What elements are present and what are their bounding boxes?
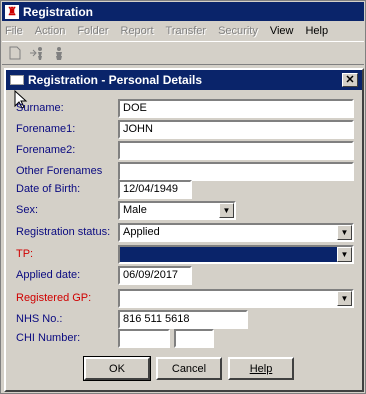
chevron-down-icon[interactable]: ▼ <box>337 291 352 306</box>
tp-label: TP: <box>16 248 34 260</box>
close-button[interactable]: ✕ <box>342 73 358 87</box>
menu-folder[interactable]: Folder <box>77 25 108 37</box>
forename1-label: Forename1: <box>16 123 76 135</box>
close-icon: ✕ <box>345 73 355 86</box>
registration-status-value: Applied <box>123 226 160 238</box>
chi-number-field-b[interactable] <box>174 329 214 348</box>
app-logo-icon: ♜ <box>5 4 19 19</box>
window-icon <box>10 75 24 85</box>
menu-report[interactable]: Report <box>121 25 154 37</box>
forename1-field[interactable]: JOHN <box>118 120 354 139</box>
sex-select[interactable]: Male ▼ <box>118 201 236 220</box>
personal-details-dialog: Registration - Personal Details ✕ Surnam… <box>4 68 364 392</box>
new-document-icon[interactable] <box>5 43 25 63</box>
menu-transfer[interactable]: Transfer <box>166 25 207 37</box>
menu-security[interactable]: Security <box>218 25 258 37</box>
sex-label: Sex: <box>16 204 39 216</box>
chevron-down-icon[interactable]: ▼ <box>219 203 234 218</box>
registration-status-label: Registration status: <box>16 226 111 238</box>
other-forenames-label: Other Forenames <box>16 165 103 177</box>
nhs-no-field[interactable]: 816 511 5618 <box>118 310 248 329</box>
chi-number-label: CHI Number: <box>16 332 81 344</box>
chi-number-field-a[interactable] <box>118 329 170 348</box>
app-window: ♜ Registration File Action Folder Report… <box>0 0 366 394</box>
menu-file[interactable]: File <box>5 25 23 37</box>
sex-value: Male <box>123 204 147 216</box>
chevron-down-icon[interactable]: ▼ <box>337 225 352 240</box>
dob-field[interactable]: 12/04/1949 <box>118 180 192 199</box>
transfer-person-icon[interactable] <box>27 43 47 63</box>
surname-field[interactable]: DOE <box>118 99 354 118</box>
person-icon[interactable] <box>49 43 69 63</box>
applied-date-field[interactable]: 06/09/2017 <box>118 266 192 285</box>
applied-date-label: Applied date: <box>16 269 81 281</box>
registered-gp-label: Registered GP: <box>16 292 92 304</box>
registration-status-select[interactable]: Applied ▼ <box>118 223 354 242</box>
cancel-button[interactable]: Cancel <box>156 357 222 380</box>
other-forenames-field[interactable] <box>118 162 354 181</box>
tp-select[interactable]: ▼ <box>118 245 354 264</box>
app-titlebar: ♜ Registration <box>2 2 364 21</box>
toolbar <box>2 41 364 65</box>
dialog-titlebar: Registration - Personal Details ✕ <box>6 70 362 90</box>
menu-help[interactable]: Help <box>305 25 328 37</box>
menu-action[interactable]: Action <box>35 25 66 37</box>
menu-view[interactable]: View <box>270 25 294 37</box>
registered-gp-select[interactable]: ▼ <box>118 289 354 308</box>
ok-button[interactable]: OK <box>83 356 151 381</box>
dialog-title: Registration - Personal Details <box>28 73 203 87</box>
chevron-down-icon[interactable]: ▼ <box>337 247 352 262</box>
dob-label: Date of Birth: <box>16 183 81 195</box>
nhs-no-label: NHS No.: <box>16 313 63 325</box>
surname-label: Surname: <box>16 102 64 114</box>
app-title: Registration <box>23 4 94 19</box>
forename2-label: Forename2: <box>16 144 76 156</box>
menubar: File Action Folder Report Transfer Secur… <box>2 22 364 40</box>
forename2-field[interactable] <box>118 141 354 160</box>
help-button[interactable]: Help <box>228 357 294 380</box>
